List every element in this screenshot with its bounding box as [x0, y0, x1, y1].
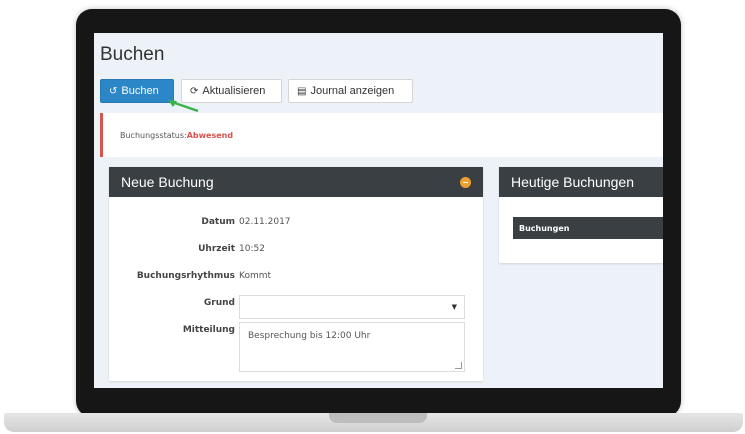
rhythmus-label: Buchungsrhythmus [136, 271, 235, 281]
journal-button-label: Journal anzeigen [310, 85, 395, 97]
neue-buchung-title: Neue Buchung [121, 174, 214, 190]
uhrzeit-value: 10:52 [239, 244, 265, 254]
mitteilung-textarea[interactable]: Besprechung bis 12:00 Uhr [239, 322, 465, 372]
heutige-buchungen-panel: Heutige Buchungen Buchungen [499, 167, 663, 263]
chevron-down-icon: ▼ [451, 303, 457, 311]
mitteilung-label: Mitteilung [182, 325, 235, 335]
heutige-buchungen-title: Heutige Buchungen [511, 174, 634, 190]
collapse-icon[interactable] [460, 177, 471, 188]
undo-icon: ↺ [109, 85, 118, 97]
mitteilung-text: Besprechung bis 12:00 Uhr [248, 331, 371, 341]
resize-handle-icon[interactable] [455, 362, 462, 369]
buchen-button-label: Buchen [121, 85, 159, 97]
neue-buchung-header: Neue Buchung [109, 167, 483, 197]
datum-label: Datum [201, 217, 235, 227]
rhythmus-value: Kommt [239, 271, 272, 281]
status-value: Abwesend [186, 131, 234, 140]
refresh-icon: ⟳ [190, 85, 199, 97]
grund-select[interactable]: ▼ [239, 295, 465, 319]
buchungen-table-header: Buchungen [513, 217, 663, 239]
datum-value: 02.11.2017 [239, 217, 291, 227]
pointer-arrow-icon [168, 100, 199, 113]
status-text: Buchungsstatus:Abwesend [120, 131, 233, 140]
status-label: Buchungsstatus: [120, 131, 187, 140]
app-screen: Buchen ↺ Buchen ⟳ Aktualisieren ▤ Journa… [94, 33, 663, 388]
buchen-button[interactable]: ↺ Buchen [100, 79, 174, 103]
heutige-buchungen-header: Heutige Buchungen [499, 167, 663, 197]
laptop-notch [329, 413, 427, 423]
journal-button[interactable]: ▤ Journal anzeigen [288, 79, 413, 103]
status-bar: Buchungsstatus:Abwesend [100, 113, 663, 157]
list-icon: ▤ [297, 85, 307, 97]
aktualisieren-button-label: Aktualisieren [202, 85, 266, 97]
page-title: Buchen [100, 44, 165, 65]
uhrzeit-label: Uhrzeit [198, 244, 235, 254]
neue-buchung-panel: Neue Buchung Datum 02.11.2017 Uhrzeit 10… [109, 167, 483, 381]
grund-label: Grund [203, 298, 235, 308]
